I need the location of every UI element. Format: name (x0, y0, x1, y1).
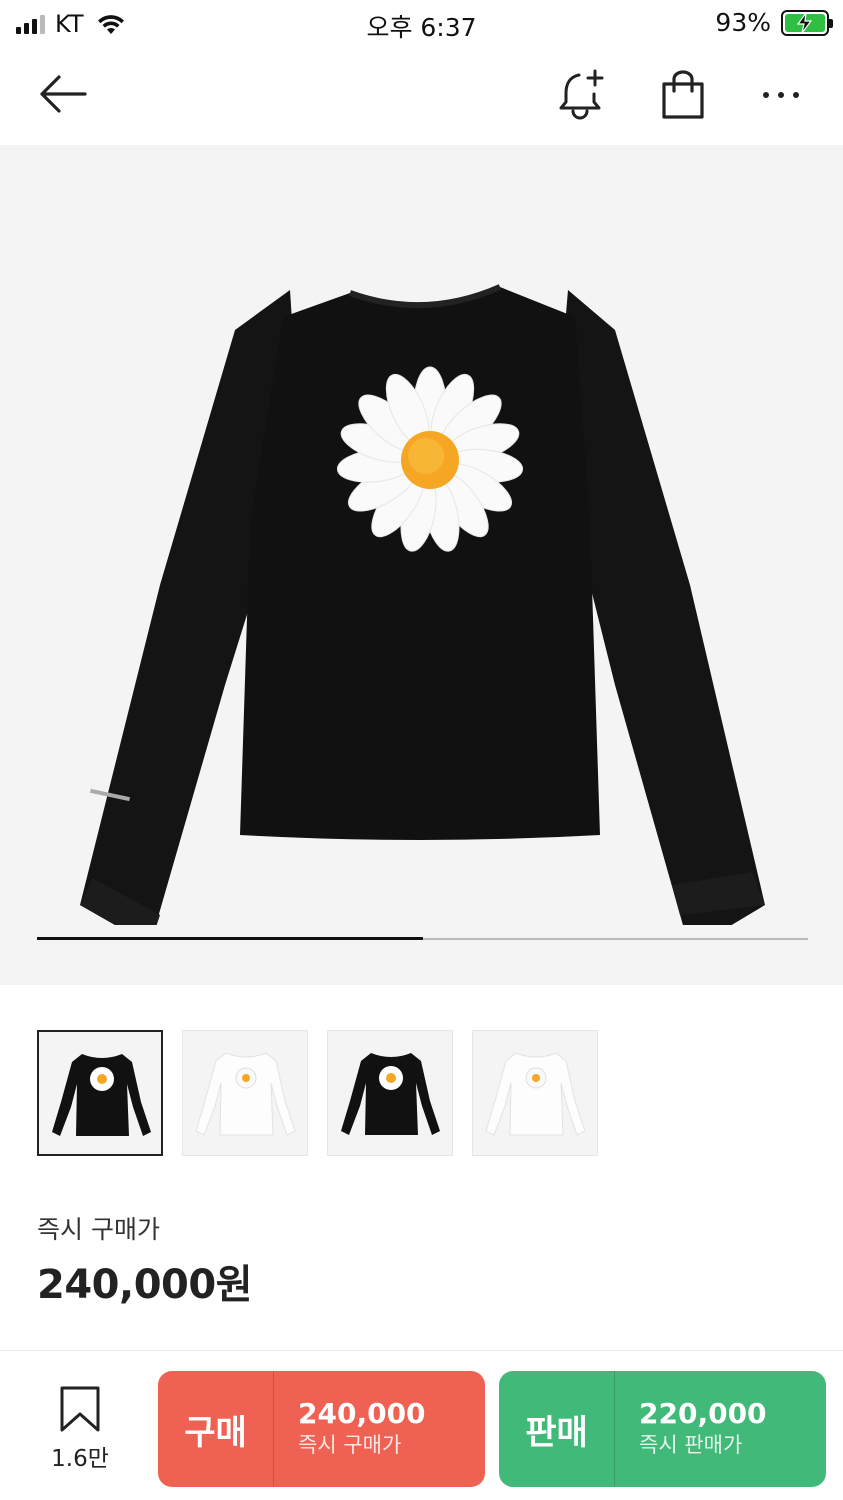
sell-price-caption: 즉시 판매가 (639, 1433, 743, 1457)
battery-percent: 93% (715, 8, 771, 37)
thumbnail-1[interactable] (37, 1030, 163, 1156)
carousel-progress-fill (37, 937, 423, 940)
thumbnail-strip (37, 1030, 598, 1156)
bell-plus-icon (559, 69, 604, 120)
price-value: 240,000원 (37, 1262, 253, 1308)
more-dots-icon (763, 92, 799, 98)
alert-add-button[interactable] (550, 64, 616, 126)
buy-button[interactable]: 구매 240,000 즉시 구매가 (158, 1371, 485, 1487)
product-image (80, 284, 765, 925)
top-nav (0, 50, 843, 142)
shopping-bag-icon (662, 70, 704, 119)
back-arrow-icon (40, 75, 87, 113)
price-label: 즉시 구매가 (37, 1215, 160, 1244)
carousel-progress (37, 937, 808, 940)
sell-button[interactable]: 판매 220,000 즉시 판매가 (499, 1371, 826, 1487)
buy-price-caption: 즉시 구매가 (298, 1433, 402, 1457)
thumbnail-image (195, 1052, 296, 1136)
wishlist-count: 1.6만 (51, 1446, 109, 1472)
buy-price: 240,000 (298, 1397, 426, 1430)
wishlist-button[interactable]: 1.6만 (44, 1385, 116, 1475)
sell-price: 220,000 (639, 1397, 767, 1430)
charging-bolt-icon (796, 12, 813, 33)
sell-label: 판매 (525, 1412, 588, 1453)
bottom-action-bar: 1.6만 구매 240,000 즉시 구매가 판매 220,000 즉시 판매가 (0, 1350, 843, 1500)
back-button[interactable] (26, 66, 98, 122)
thumbnail-3[interactable] (327, 1030, 453, 1156)
thumbnail-image (485, 1052, 586, 1136)
thumbnail-image (341, 1053, 440, 1135)
buy-label: 구매 (184, 1412, 247, 1453)
thumbnail-4[interactable] (472, 1030, 598, 1156)
bookmark-icon (60, 1386, 100, 1432)
thumbnail-2[interactable] (182, 1030, 308, 1156)
thumbnail-image (52, 1054, 151, 1136)
battery-icon (781, 9, 833, 36)
more-options-button[interactable] (750, 64, 812, 126)
shopping-bag-button[interactable] (652, 64, 714, 126)
status-bar: KT 오후 6:37 93% (0, 0, 843, 48)
product-image-carousel[interactable] (0, 145, 843, 985)
